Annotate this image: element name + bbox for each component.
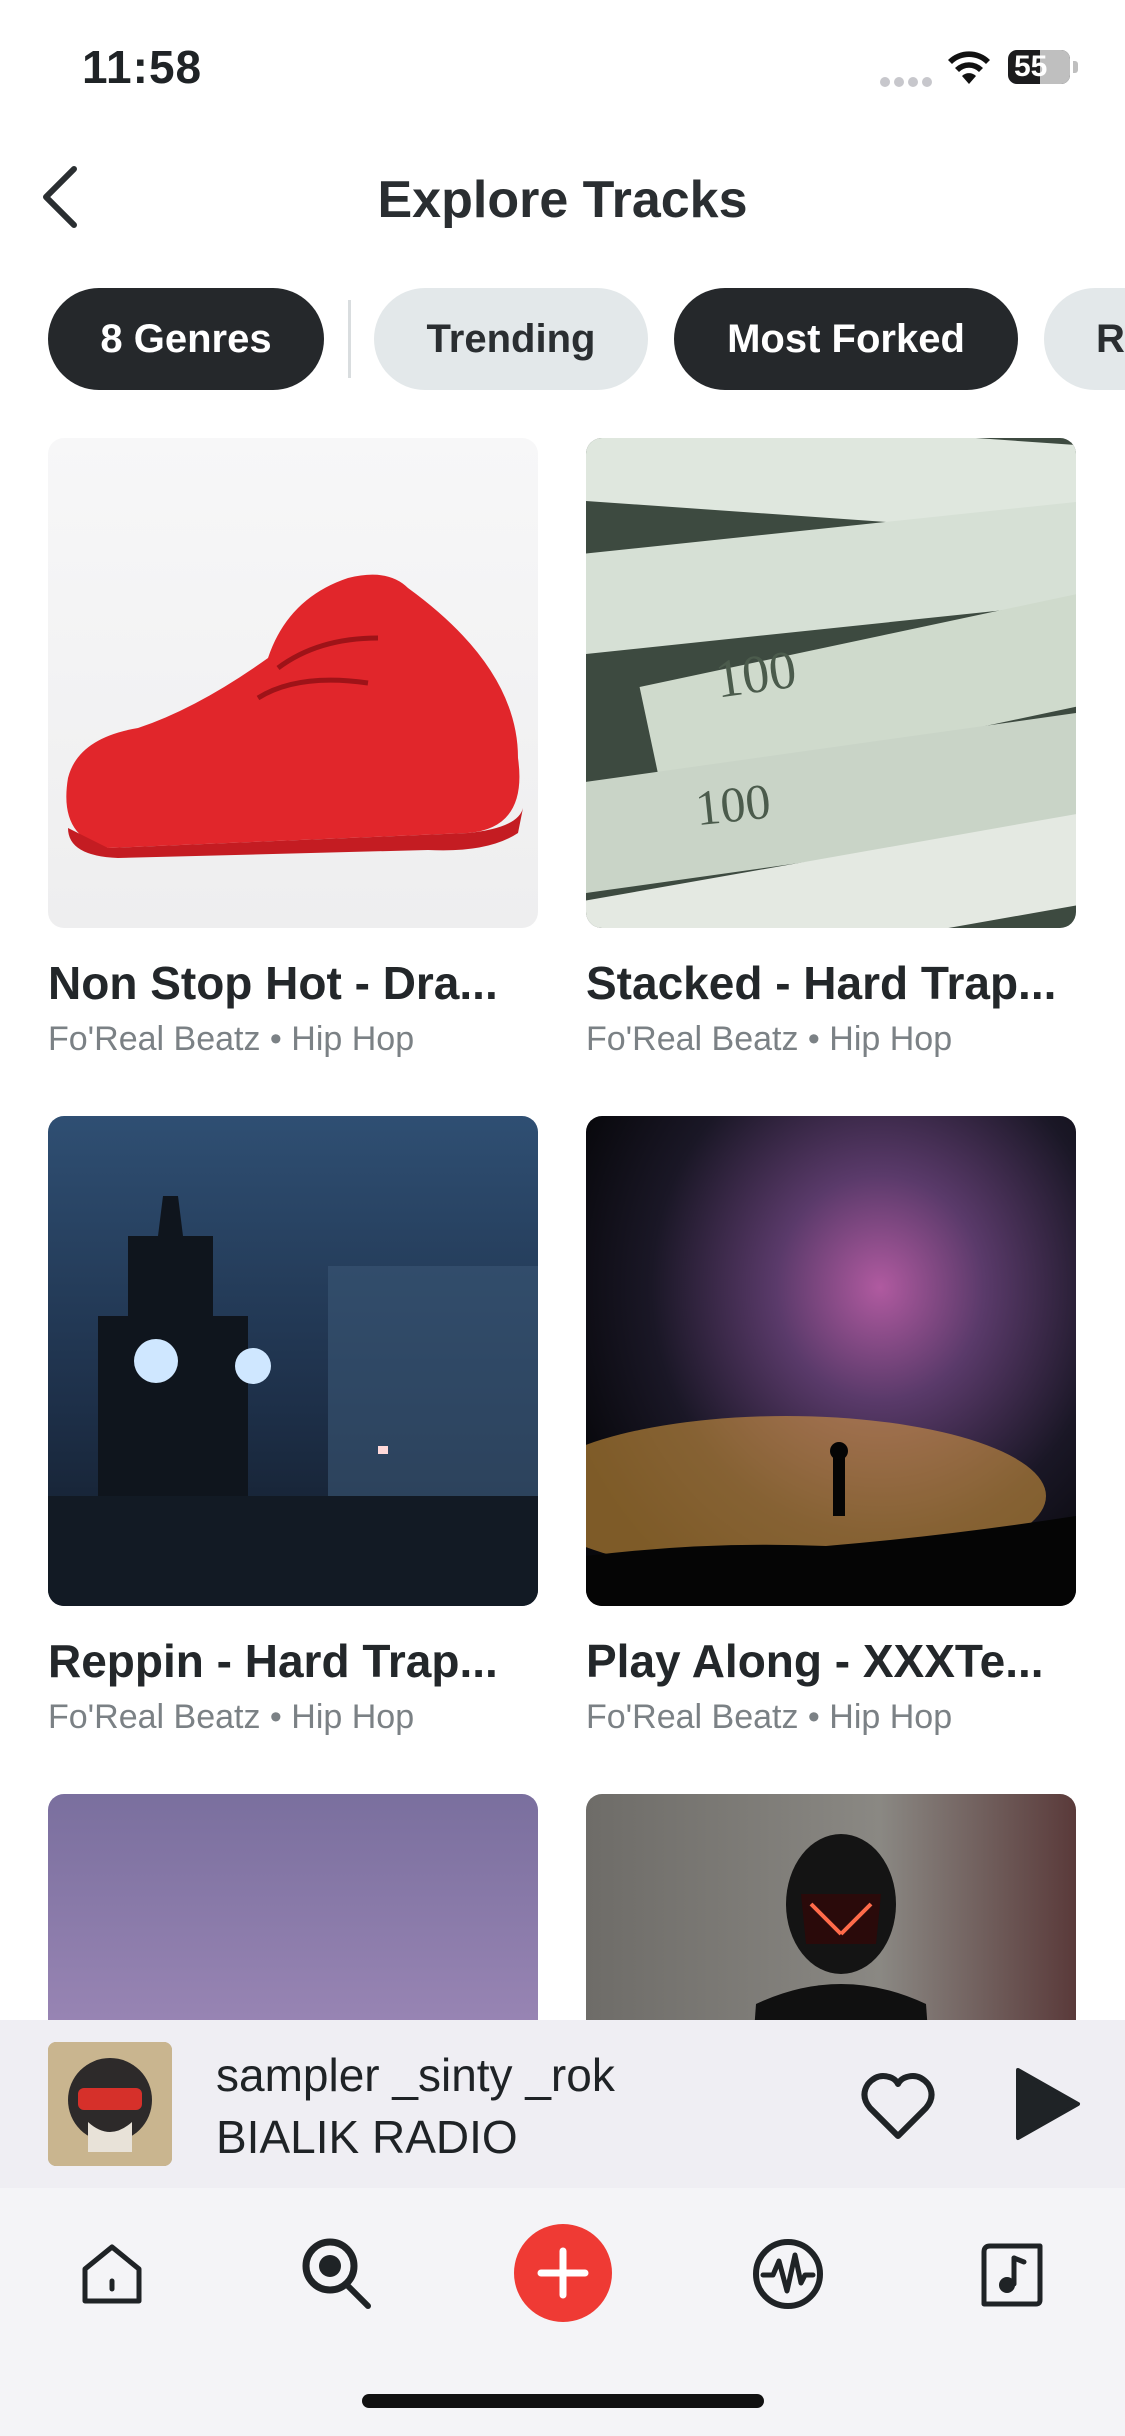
now-playing-artist: BIALIK RADIO <box>216 2111 518 2163</box>
track-title: Non Stop Hot - Dra... <box>48 957 498 1009</box>
track-meta: Fo'Real Beatz • Hip Hop <box>48 1020 415 1058</box>
track-meta: Fo'Real Beatz • Hip Hop <box>48 1698 415 1736</box>
track-card[interactable]: Reppin - Hard Trap... Fo'Real Beatz • Hi… <box>48 1116 538 1737</box>
svg-text:100: 100 <box>711 639 800 710</box>
track-artwork-red-sneaker <box>48 438 538 928</box>
track-artwork-masked-person <box>586 1794 1076 2020</box>
track-card[interactable]: 100 100 Stacked - Hard Trap... Fo'Real B… <box>586 438 1076 1059</box>
chip-trending[interactable]: Trending <box>374 288 648 390</box>
waveform-icon <box>753 2239 823 2309</box>
wifi-icon <box>946 46 992 91</box>
track-title: Stacked - Hard Trap... <box>586 957 1057 1009</box>
tab-add[interactable] <box>514 2224 612 2322</box>
play-button[interactable] <box>1006 2064 1086 2144</box>
track-artwork-dollar-bills: 100 100 <box>586 438 1076 928</box>
mini-player-artwork <box>48 2042 172 2166</box>
battery-level: 55 <box>1014 50 1048 83</box>
now-playing-title: sampler _sinty _rok <box>216 2049 615 2101</box>
track-card[interactable] <box>48 1794 538 2020</box>
heart-icon <box>861 2073 935 2139</box>
track-title: Play Along - XXXTe... <box>586 1635 1044 1687</box>
like-button[interactable] <box>858 2066 938 2146</box>
track-card[interactable] <box>586 1794 1076 2020</box>
tab-activity[interactable] <box>738 2224 838 2324</box>
tab-home[interactable] <box>62 2224 162 2324</box>
cellular-signal-icon <box>880 74 936 87</box>
filter-chips: 8 Genres Trending Most Forked Re <box>48 288 1125 390</box>
add-icon <box>537 2247 589 2299</box>
tab-library[interactable] <box>962 2224 1062 2324</box>
svg-text:100: 100 <box>693 773 773 837</box>
battery-icon: 55 <box>1008 50 1078 84</box>
home-indicator <box>362 2394 764 2408</box>
track-meta: Fo'Real Beatz • Hip Hop <box>586 1020 953 1058</box>
track-card[interactable]: Non Stop Hot - Dra... Fo'Real Beatz • Hi… <box>48 438 538 1059</box>
track-card[interactable]: Play Along - XXXTe... Fo'Real Beatz • Hi… <box>586 1116 1076 1737</box>
chip-most-forked[interactable]: Most Forked <box>674 288 1018 390</box>
track-artwork-purple-clouds <box>48 1794 538 2020</box>
page-title: Explore Tracks <box>377 171 748 229</box>
status-bar: 11:58 55 <box>0 0 1125 140</box>
chip-divider <box>348 300 351 378</box>
home-icon <box>82 2244 142 2304</box>
music-library-icon <box>981 2243 1043 2307</box>
tab-search[interactable] <box>288 2224 388 2324</box>
chip-genres[interactable]: 8 Genres <box>48 288 324 390</box>
track-grid: Non Stop Hot - Dra... Fo'Real Beatz • Hi… <box>48 438 1078 2020</box>
play-icon <box>1016 2068 1080 2140</box>
track-meta: Fo'Real Beatz • Hip Hop <box>586 1698 953 1736</box>
track-artwork-clock-tower <box>48 1116 538 1606</box>
track-title: Reppin - Hard Trap... <box>48 1635 498 1687</box>
mini-player[interactable]: sampler _sinty _rok BIALIK RADIO <box>0 2020 1125 2188</box>
track-artwork-milky-way <box>586 1116 1076 1606</box>
chip-recent[interactable]: Re <box>1044 288 1125 390</box>
header: Explore Tracks <box>0 140 1125 260</box>
search-icon <box>302 2238 371 2309</box>
status-time: 11:58 <box>82 41 203 93</box>
